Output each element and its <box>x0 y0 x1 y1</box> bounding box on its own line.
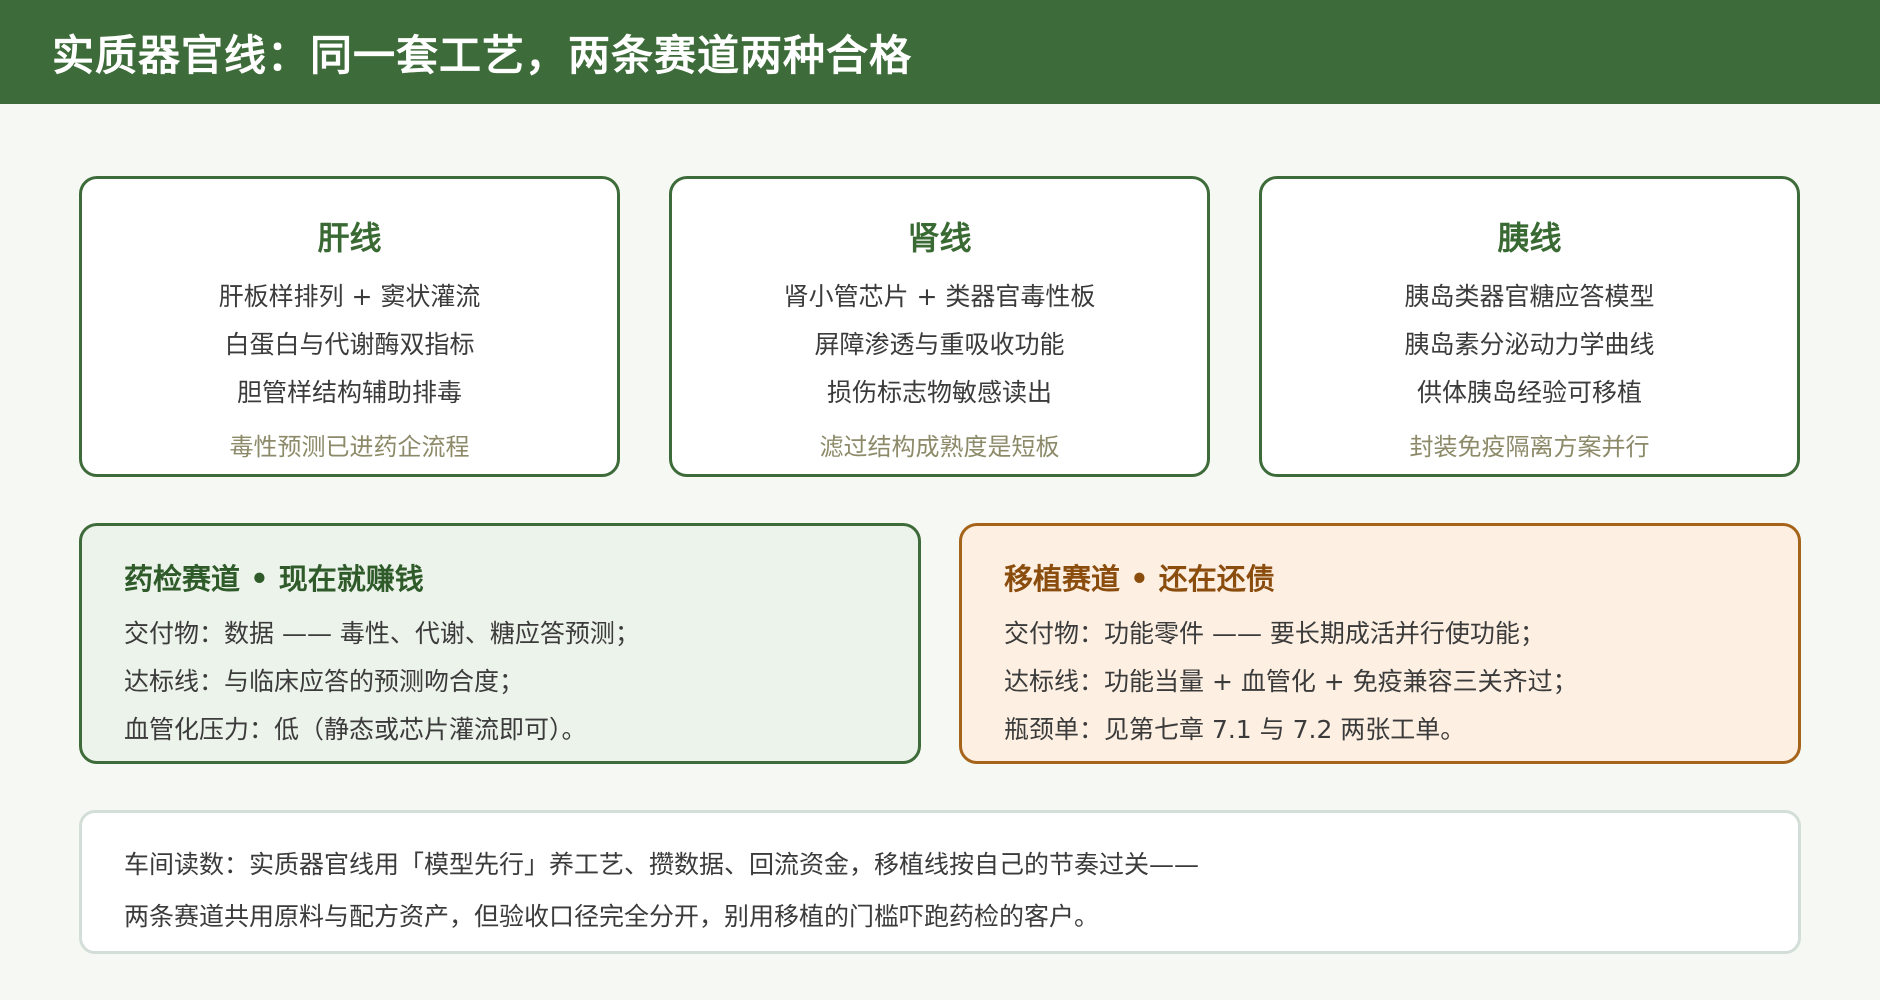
pancreas-line-card: 胰线 胰岛类器官糖应答模型 胰岛素分泌动力学曲线 供体胰岛经验可移植 封装免疫隔… <box>1259 176 1800 477</box>
track-title: 移植赛道 • 还在还债 <box>1004 562 1275 596</box>
card-feature: 损伤标志物敏感读出 <box>826 378 1052 407</box>
track-detail: 交付物：数据 —— 毒性、代谢、糖应答预测； <box>124 619 640 648</box>
card-feature: 肝板样排列 + 窦状灌流 <box>218 282 481 311</box>
card-note: 封装免疫隔离方案并行 <box>1409 433 1650 461</box>
track-detail: 瓶颈单：见第七章 7.1 与 7.2 两张工单。 <box>1004 715 1466 744</box>
transplant-track-card: 移植赛道 • 还在还债 交付物：功能零件 —— 要长期成活并行使功能； 达标线：… <box>959 523 1801 764</box>
card-note: 毒性预测已进药企流程 <box>229 433 470 461</box>
card-feature: 胰岛类器官糖应答模型 <box>1404 282 1655 311</box>
header-bar: 实质器官线：同一套工艺，两条赛道两种合格 <box>0 0 1880 104</box>
track-detail: 交付物：功能零件 —— 要长期成活并行使功能； <box>1004 619 1545 648</box>
card-feature: 屏障渗透与重吸收功能 <box>814 330 1065 359</box>
reading-line: 车间读数：实质器官线用「模型先行」养工艺、攒数据、回流资金，移植线按自己的节奏过… <box>124 850 1200 879</box>
card-title: 肝线 <box>317 219 382 257</box>
card-note: 滤过结构成熟度是短板 <box>819 433 1060 461</box>
workshop-reading-box: 车间读数：实质器官线用「模型先行」养工艺、攒数据、回流资金，移植线按自己的节奏过… <box>79 810 1801 954</box>
card-feature: 供体胰岛经验可移植 <box>1416 378 1642 407</box>
card-title: 肾线 <box>907 219 972 257</box>
track-detail: 达标线：与临床应答的预测吻合度； <box>124 667 525 696</box>
liver-line-card: 肝线 肝板样排列 + 窦状灌流 白蛋白与代谢酶双指标 胆管样结构辅助排毒 毒性预… <box>79 176 620 477</box>
card-feature: 胰岛素分泌动力学曲线 <box>1404 330 1655 359</box>
kidney-line-card: 肾线 肾小管芯片 + 类器官毒性板 屏障渗透与重吸收功能 损伤标志物敏感读出 滤… <box>669 176 1210 477</box>
track-title: 药检赛道 • 现在就赚钱 <box>124 562 424 596</box>
page-title: 实质器官线：同一套工艺，两条赛道两种合格 <box>52 30 913 80</box>
track-detail: 达标线：功能当量 + 血管化 + 免疫兼容三关齐过； <box>1004 667 1578 696</box>
reading-line: 两条赛道共用原料与配方资产，但验收口径完全分开，别用移植的门槛吓跑药检的客户。 <box>124 902 1100 931</box>
card-feature: 肾小管芯片 + 类器官毒性板 <box>783 282 1096 311</box>
card-feature: 白蛋白与代谢酶双指标 <box>224 330 475 359</box>
card-feature: 胆管样结构辅助排毒 <box>236 378 462 407</box>
track-detail: 血管化压力：低（静态或芯片灌流即可）。 <box>124 715 587 744</box>
drug-testing-track-card: 药检赛道 • 现在就赚钱 交付物：数据 —— 毒性、代谢、糖应答预测； 达标线：… <box>79 523 921 764</box>
card-title: 胰线 <box>1497 219 1562 257</box>
